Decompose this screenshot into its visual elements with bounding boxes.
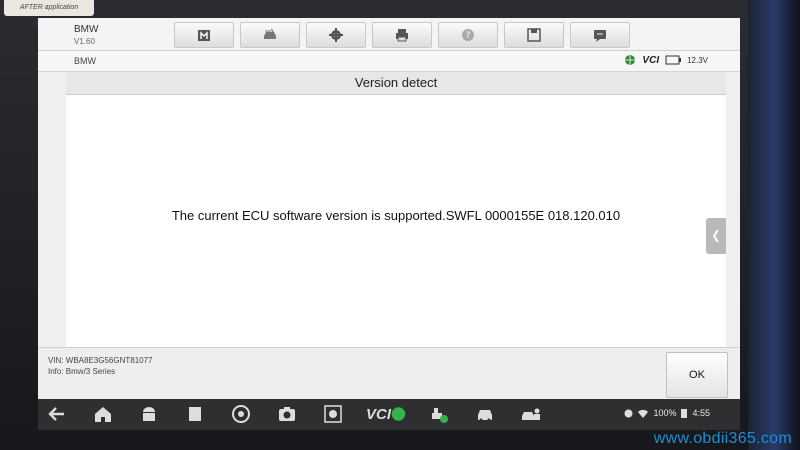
home-icon (198, 30, 210, 41)
home-nav-button[interactable] (90, 402, 116, 426)
footer: VIN: WBA8E3G56GNT81077 Info: Bmw/3 Serie… (38, 347, 740, 400)
car-button[interactable] (472, 402, 498, 426)
settings-tray-icon (624, 409, 633, 417)
dialog-title: Version detect (66, 72, 726, 95)
clock-time: 4:55 (692, 408, 710, 418)
help-button[interactable]: ? (438, 22, 498, 48)
device-edge (748, 0, 800, 450)
back-button[interactable] (44, 402, 70, 426)
tablet-battery-icon (681, 409, 688, 418)
app-brand: BMW V1.60 (74, 24, 98, 46)
svg-text:?: ? (466, 31, 471, 41)
battery-voltage: 12.3V (687, 55, 708, 65)
vci-nav-label: VCI (366, 405, 392, 423)
ecu-version-message: The current ECU software version is supp… (171, 208, 621, 223)
watermark: www.obdii365.com (653, 430, 792, 447)
browser-button[interactable] (228, 402, 254, 426)
battery-icon (665, 55, 682, 65)
vci-connected-icon (391, 407, 406, 421)
gear-icon (329, 28, 343, 42)
android-nav-bar: VCI 100% 4:55 (38, 399, 740, 430)
car-icon (478, 410, 492, 422)
tablet-screen: BMW V1.60 ? BMW VCI 12.3V Version detect… (38, 18, 740, 430)
back-icon (48, 407, 64, 421)
network-icon (625, 55, 636, 65)
side-panel-toggle[interactable] (706, 218, 726, 254)
vehicle-info: VIN: WBA8E3G56GNT81077 Info: Bmw/3 Serie… (48, 355, 153, 377)
status-bar: BMW VCI 12.3V (38, 51, 740, 72)
status-icons: VCI 12.3V (624, 54, 708, 66)
vehicle-diagnose-button[interactable] (426, 402, 452, 426)
top-bar: BMW V1.60 ? (38, 18, 740, 51)
settings-button[interactable] (306, 22, 366, 48)
android-button[interactable] (136, 402, 162, 426)
brand-name: BMW (74, 24, 99, 35)
remote-expert-button[interactable] (518, 402, 544, 426)
recent-apps-icon (189, 407, 201, 421)
brightness-icon (324, 405, 342, 423)
vci-status: VCI (642, 54, 660, 66)
android-icon (143, 407, 155, 421)
toolbar: ? (174, 22, 636, 48)
ok-button[interactable]: OK (666, 352, 728, 398)
home-button[interactable] (174, 22, 234, 48)
vci-button[interactable]: VCI (366, 402, 406, 426)
vehicle-swap-button[interactable] (240, 22, 300, 48)
chrome-icon (232, 405, 250, 423)
camera-button[interactable] (274, 402, 300, 426)
save-icon (527, 28, 541, 42)
model-info-text: Info: Bmw/3 Series (48, 367, 116, 376)
save-button[interactable] (504, 22, 564, 48)
help-icon: ? (462, 29, 474, 41)
print-button[interactable] (372, 22, 432, 48)
device-sticker: AFTER application completed (4, 0, 94, 27)
chevron-left-icon (712, 229, 719, 243)
vehicle-check-icon (432, 408, 448, 423)
vin-text: VIN: WBA8E3G56GNT81077 (48, 356, 153, 365)
vehicle-swap-icon (264, 28, 276, 39)
recent-apps-button[interactable] (182, 402, 208, 426)
nav-icons: VCI (44, 402, 544, 426)
vehicle-make: BMW (74, 56, 96, 66)
system-tray: 100% 4:55 (624, 408, 710, 418)
app-version: V1.60 (74, 37, 95, 46)
battery-percent: 100% (653, 408, 677, 418)
brightness-button[interactable] (320, 402, 346, 426)
dialog-content: The current ECU software version is supp… (66, 95, 726, 347)
message-button[interactable] (570, 22, 630, 48)
camera-icon (279, 407, 295, 421)
car-user-icon (522, 408, 540, 420)
wifi-icon (638, 409, 649, 418)
home-nav-icon (95, 407, 111, 422)
message-icon (594, 30, 606, 42)
printer-icon (396, 29, 408, 42)
